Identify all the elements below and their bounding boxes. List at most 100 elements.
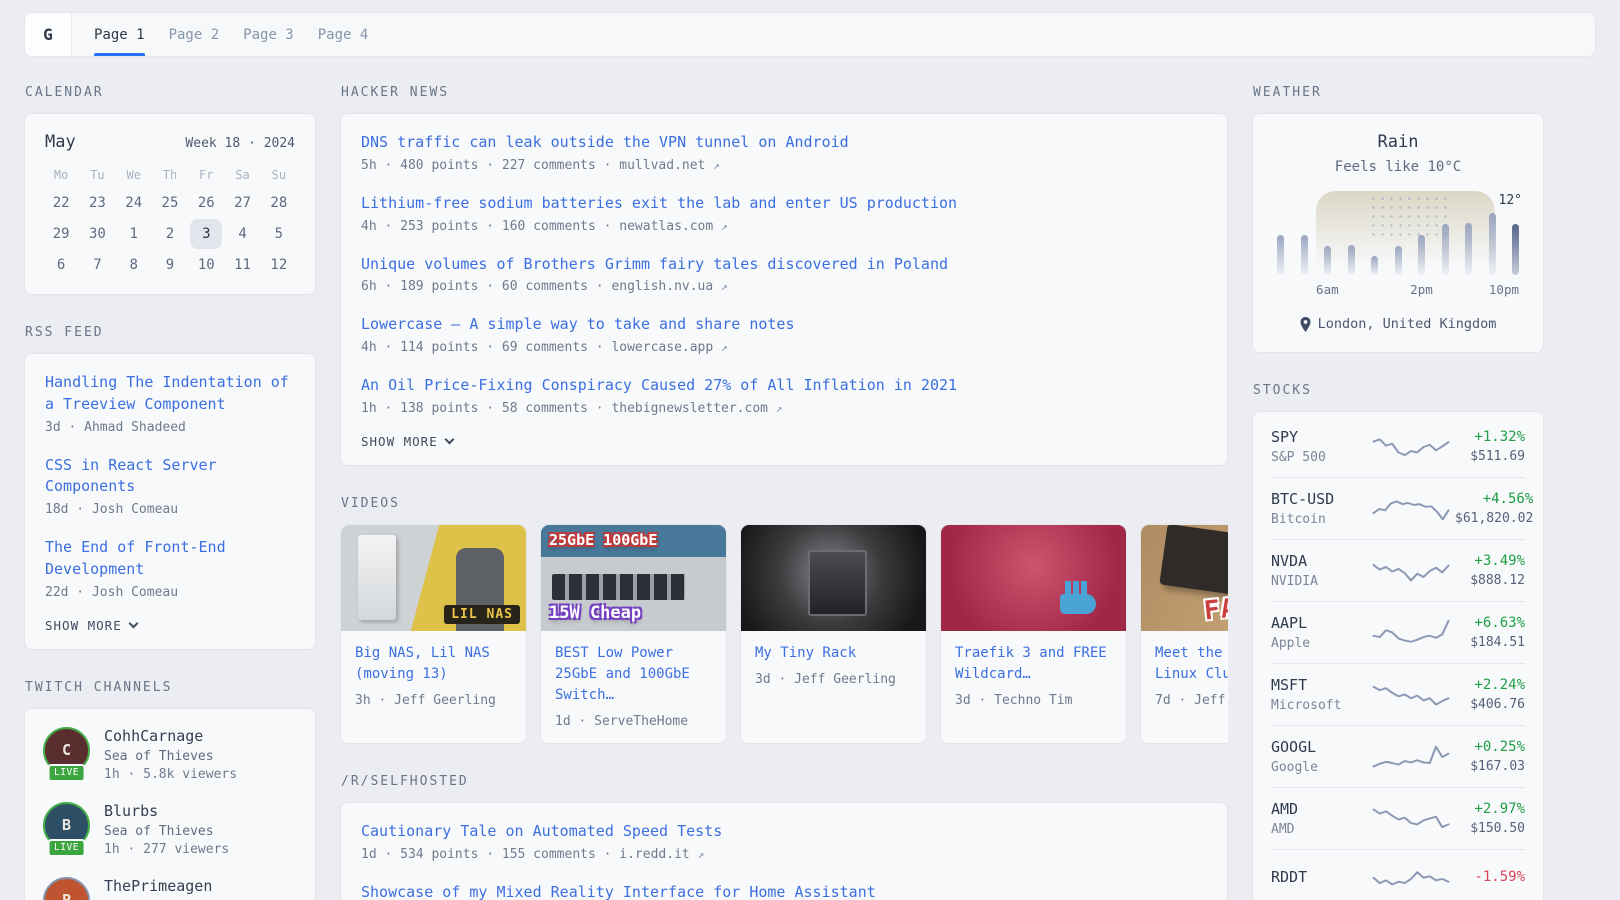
twitch-channel[interactable]: B LIVE Blurbs Sea of Thieves 1h · 277 vi… (43, 802, 297, 857)
weather-bar (1442, 224, 1449, 275)
video-link[interactable]: Meet the Linux Clu (1155, 643, 1228, 685)
video-link[interactable]: Big NAS, Lil NAS (moving 13) (355, 643, 512, 685)
video-thumbnail[interactable] (741, 525, 926, 631)
external-link-icon[interactable]: ↗ (721, 220, 728, 233)
thumbnail-text: 15W Cheap (549, 603, 641, 623)
page-tab[interactable]: Page 3 (243, 13, 294, 56)
middle-column: HACKER NEWS DNS traffic can leak outside… (340, 85, 1228, 900)
calendar-day: 25 (154, 188, 186, 218)
calendar-header: May Week 18 · 2024 (43, 130, 297, 162)
video-thumbnail[interactable]: FAS (1141, 525, 1228, 631)
page-tab[interactable]: Page 1 (94, 13, 145, 56)
rss-item-link[interactable]: Handling The Indentation of a Treeview C… (45, 372, 295, 416)
weekday-label: Su (261, 162, 297, 188)
stock-row[interactable]: RDDT -1.59% (1271, 849, 1525, 900)
stock-change: +3.49% (1455, 553, 1525, 569)
video-meta: 1d · ServeTheHome (555, 714, 712, 729)
video-card[interactable]: Traefik 3 and FREE Wildcard… 3d · Techno… (940, 524, 1127, 744)
video-link[interactable]: My Tiny Rack (755, 643, 912, 664)
video-card[interactable]: 25GbE 100GbE 15W Cheap BEST Low Power 25… (540, 524, 727, 744)
video-thumbnail[interactable]: LIL NAS (341, 525, 526, 631)
app-logo[interactable]: G (25, 13, 72, 56)
page-tabs: Page 1 Page 2 Page 3 Page 4 (72, 13, 368, 56)
channel-name[interactable]: CohhCarnage (104, 727, 237, 745)
video-card[interactable]: LIL NAS Big NAS, Lil NAS (moving 13) 3h … (340, 524, 527, 744)
rss-item-link[interactable]: The End of Front-End Development (45, 537, 295, 581)
stock-row[interactable]: NVDA NVIDIA +3.49% $888.12 (1271, 539, 1525, 601)
stock-row[interactable]: AMD AMD +2.97% $150.50 (1271, 787, 1525, 849)
story-link[interactable]: Unique volumes of Brothers Grimm fairy t… (361, 254, 1207, 276)
stocks-card: SPY S&P 500 +1.32% $511.69 (1252, 411, 1544, 900)
weekday-label: Th (152, 162, 188, 188)
stock-values: +0.25% $167.03 (1455, 739, 1525, 774)
story-link[interactable]: An Oil Price-Fixing Conspiracy Caused 27… (361, 375, 1207, 397)
stock-name: Apple (1271, 636, 1367, 651)
stock-row[interactable]: BTC-USD Bitcoin +4.56% $61,820.02 (1271, 477, 1525, 539)
stock-sparkline (1371, 740, 1451, 774)
external-link-icon[interactable]: ↗ (721, 341, 728, 354)
stock-row[interactable]: MSFT Microsoft +2.24% $406.76 (1271, 663, 1525, 725)
external-link-icon[interactable]: ↗ (698, 848, 705, 861)
weekday-label: Sa (224, 162, 260, 188)
stock-name: NVIDIA (1271, 574, 1367, 589)
video-thumbnail[interactable]: 25GbE 100GbE 15W Cheap (541, 525, 726, 631)
stock-price: $511.69 (1455, 449, 1525, 464)
weather-bar (1371, 256, 1378, 275)
reddit-section-title: /R/SELFHOSTED (341, 774, 1228, 789)
stock-identity: AAPL Apple (1271, 614, 1367, 651)
stock-sparkline (1371, 430, 1451, 464)
calendar-day: 23 (81, 188, 113, 218)
stock-symbol: SPY (1271, 428, 1367, 446)
stock-values: +3.49% $888.12 (1455, 553, 1525, 588)
stock-sparkline (1371, 678, 1451, 712)
page-tab[interactable]: Page 4 (318, 13, 369, 56)
video-card[interactable]: My Tiny Rack 3d · Jeff Geerling (740, 524, 927, 744)
video-card[interactable]: FAS Meet the Linux Clu 7d · Jeff (1140, 524, 1228, 744)
twitch-channel[interactable]: P ThePrimeagen (43, 877, 297, 900)
calendar-day: 2 (154, 219, 186, 249)
reddit-post-link[interactable]: Showcase of my Mixed Reality Interface f… (361, 882, 1207, 900)
external-link-icon[interactable]: ↗ (721, 280, 728, 293)
story-link[interactable]: DNS traffic can leak outside the VPN tun… (361, 132, 1207, 154)
rss-item-link[interactable]: CSS in React Server Components (45, 455, 295, 499)
stock-sparkline (1371, 492, 1451, 526)
video-card-body: Traefik 3 and FREE Wildcard… 3d · Techno… (941, 631, 1126, 722)
external-link-icon[interactable]: ↗ (713, 159, 720, 172)
external-link-icon[interactable]: ↗ (776, 402, 783, 415)
rss-item-meta: 22d · Josh Comeau (45, 585, 295, 600)
story-meta: 5h · 480 points · 227 comments · mullvad… (361, 158, 1207, 173)
video-link[interactable]: Traefik 3 and FREE Wildcard… (955, 643, 1112, 685)
story-link[interactable]: Lithium-free sodium batteries exit the l… (361, 193, 1207, 215)
stock-row[interactable]: GOOGL Google +0.25% $167.03 (1271, 725, 1525, 787)
channel-avatar: B LIVE (43, 802, 90, 849)
rss-item: The End of Front-End Development 22d · J… (45, 537, 295, 600)
calendar-card: May Week 18 · 2024 MoTuWeThFrSaSu 22 23 … (24, 113, 316, 295)
reddit-post-link[interactable]: Cautionary Tale on Automated Speed Tests (361, 821, 1207, 843)
channel-name[interactable]: ThePrimeagen (104, 877, 212, 895)
stock-row[interactable]: SPY S&P 500 +1.32% $511.69 (1271, 416, 1525, 477)
reddit-post: Cautionary Tale on Automated Speed Tests… (361, 821, 1207, 862)
story-link[interactable]: Lowercase – A simple way to take and sha… (361, 314, 1207, 336)
weather-feels-like: Feels like 10°C (1271, 159, 1525, 175)
stock-change: +0.25% (1455, 739, 1525, 755)
weather-bar (1395, 246, 1402, 275)
weather-location[interactable]: London, United Kingdom (1271, 316, 1525, 332)
video-card-body: Meet the Linux Clu 7d · Jeff (1141, 631, 1228, 722)
channel-name[interactable]: Blurbs (104, 802, 229, 820)
video-link[interactable]: BEST Low Power 25GbE and 100GbE Switch… (555, 643, 712, 706)
channel-info: CohhCarnage Sea of Thieves 1h · 5.8k vie… (104, 727, 237, 782)
rss-show-more-button[interactable]: SHOW MORE (45, 618, 137, 633)
hacker-news-show-more-button[interactable]: SHOW MORE (361, 434, 453, 449)
stocks-widget: STOCKS SPY S&P 500 (1252, 383, 1544, 900)
stock-sparkline (1371, 862, 1451, 896)
video-meta: 7d · Jeff (1155, 693, 1228, 708)
twitch-channel[interactable]: C LIVE CohhCarnage Sea of Thieves 1h · 5… (43, 727, 297, 782)
weather-bar (1348, 245, 1355, 275)
video-thumbnail[interactable] (941, 525, 1126, 631)
page-tab[interactable]: Page 2 (169, 13, 220, 56)
stock-name: Microsoft (1271, 698, 1367, 713)
stock-row[interactable]: AAPL Apple +6.63% $184.51 (1271, 601, 1525, 663)
stock-values: +2.24% $406.76 (1455, 677, 1525, 712)
current-temp-label: 12° (1499, 193, 1522, 208)
weather-bar (1324, 246, 1331, 275)
